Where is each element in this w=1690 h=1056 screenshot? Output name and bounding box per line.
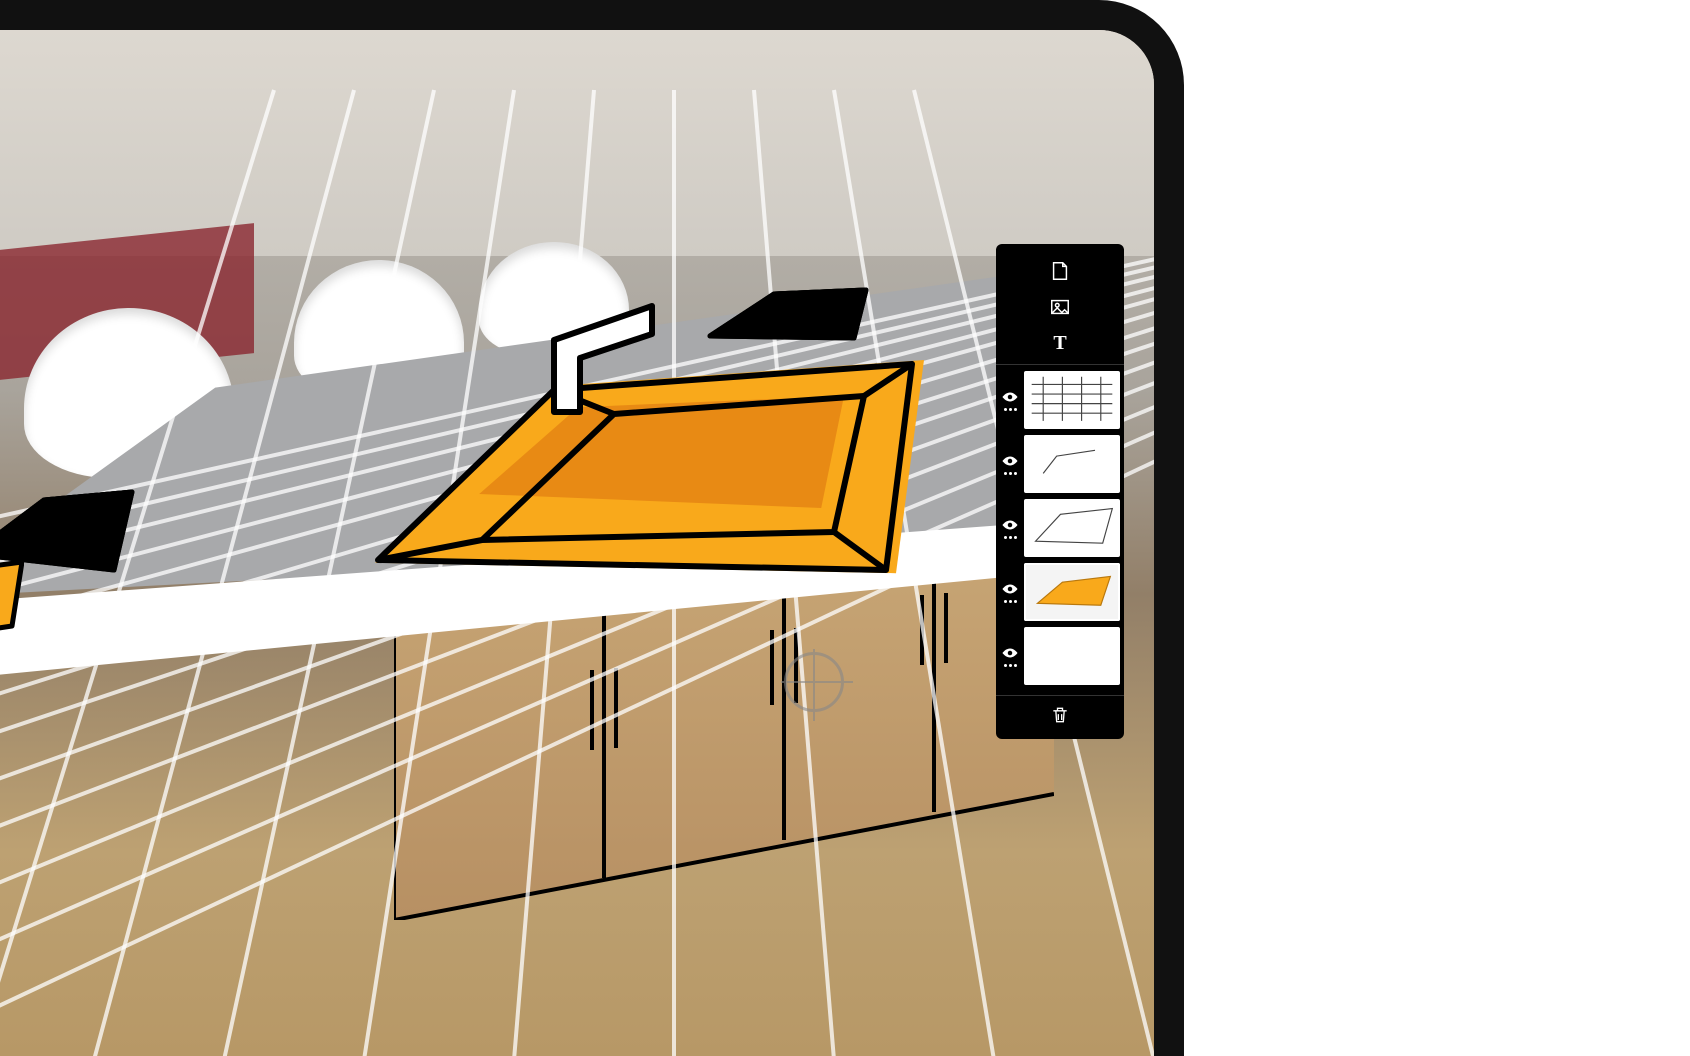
trash-icon: [1050, 704, 1070, 726]
layer-options-icon[interactable]: [1004, 600, 1017, 603]
layers-list: [996, 364, 1124, 691]
layer-thumbnail[interactable]: [1024, 499, 1120, 557]
layer-options-icon[interactable]: [1004, 664, 1017, 667]
layer-row[interactable]: [996, 369, 1124, 431]
add-image-button[interactable]: [996, 290, 1124, 324]
layers-panel: T: [996, 244, 1124, 739]
image-icon: [1049, 296, 1071, 318]
visibility-toggle-icon[interactable]: [1001, 582, 1019, 596]
add-text-button[interactable]: T: [996, 326, 1124, 360]
layer-thumbnail[interactable]: [1024, 563, 1120, 621]
layer-thumbnail[interactable]: [1024, 435, 1120, 493]
highlight-wedge: [704, 284, 874, 354]
visibility-toggle-icon[interactable]: [1001, 454, 1019, 468]
layer-row[interactable]: [996, 497, 1124, 559]
scene-back-wall: [0, 30, 1154, 256]
visibility-toggle-icon[interactable]: [1001, 518, 1019, 532]
layer-row[interactable]: [996, 561, 1124, 623]
delete-layer-button[interactable]: [996, 695, 1124, 733]
layer-options-icon[interactable]: [1004, 472, 1017, 475]
layer-thumbnail[interactable]: [1024, 627, 1120, 685]
layer-options-icon[interactable]: [1004, 408, 1017, 411]
highlight-wedge: [0, 556, 24, 656]
app-canvas[interactable]: T: [0, 30, 1154, 1056]
faucet: [534, 292, 674, 422]
layer-row[interactable]: [996, 433, 1124, 495]
layer-options-icon[interactable]: [1004, 536, 1017, 539]
visibility-toggle-icon[interactable]: [1001, 646, 1019, 660]
tablet-device-frame: T: [0, 0, 1184, 1056]
text-icon: T: [1053, 333, 1066, 353]
page-icon: [1049, 260, 1071, 282]
layer-thumbnail[interactable]: [1024, 371, 1120, 429]
layer-row[interactable]: [996, 625, 1124, 687]
cursor-crosshair-icon: [784, 652, 844, 712]
add-page-button[interactable]: [996, 254, 1124, 288]
visibility-toggle-icon[interactable]: [1001, 390, 1019, 404]
